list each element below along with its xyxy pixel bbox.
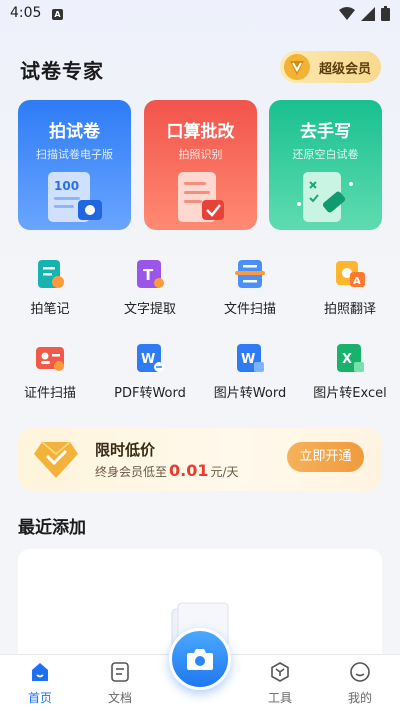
nav-documents[interactable]: 文档 xyxy=(95,661,145,706)
tool-photo-translate[interactable]: A 拍照翻译 xyxy=(300,258,400,317)
paper-score-text: 100 xyxy=(54,179,79,193)
promo-desc: 终身会员低至 0.01 元/天 xyxy=(95,461,239,480)
card-title: 口算批改 xyxy=(166,122,235,142)
tool-label: 图片转Excel xyxy=(313,386,387,401)
nav-label: 首页 xyxy=(27,691,52,705)
recent-section-title: 最近添加 xyxy=(18,518,86,538)
tool-label: PDF转Word xyxy=(114,386,186,401)
promo-price: 0.01 xyxy=(169,461,209,480)
image-to-word-icon: W xyxy=(237,344,264,372)
card-subtitle: 还原空白试卷 xyxy=(292,148,359,161)
card-subtitle: 拍照识别 xyxy=(178,148,223,161)
notification-icon: A xyxy=(52,9,63,20)
profile-icon xyxy=(350,662,370,682)
note-camera-icon xyxy=(38,260,64,288)
mental-math-card[interactable]: 口算批改 拍照识别 xyxy=(144,100,257,230)
svg-text:A: A xyxy=(353,276,361,287)
signal-icon xyxy=(361,6,375,21)
document-icon xyxy=(111,662,129,682)
scanner-icon xyxy=(235,260,265,288)
vip-promo-banner[interactable]: 限时低价 终身会员低至 0.01 元/天 立即开通 xyxy=(18,428,382,491)
math-check-icon xyxy=(178,172,224,222)
translate-icon: A xyxy=(336,261,365,287)
status-bar: 4:05 A xyxy=(0,0,400,28)
eraser-paper-icon xyxy=(297,172,353,222)
activate-now-button[interactable]: 立即开通 xyxy=(287,442,364,472)
card-subtitle: 扫描试卷电子版 xyxy=(36,148,113,161)
nav-tools[interactable]: 工具 xyxy=(255,661,305,706)
promo-desc-suffix: 元/天 xyxy=(210,465,239,479)
tool-image-to-excel[interactable]: X 图片转Excel xyxy=(300,342,400,401)
tool-label: 文件扫描 xyxy=(223,302,276,317)
nav-label: 工具 xyxy=(267,691,292,705)
text-extract-icon: T xyxy=(137,260,164,288)
camera-icon xyxy=(187,649,213,670)
svg-text:X: X xyxy=(342,352,352,367)
page-title: 试卷专家 xyxy=(20,59,104,83)
nav-label: 文档 xyxy=(107,691,132,705)
status-time: 4:05 xyxy=(10,5,42,21)
tool-label: 文字提取 xyxy=(123,302,176,317)
tool-label: 拍笔记 xyxy=(30,302,70,317)
home-icon xyxy=(32,663,48,681)
nav-profile[interactable]: 我的 xyxy=(335,661,385,706)
tool-file-scan[interactable]: 文件扫描 xyxy=(200,258,300,317)
card-title: 拍试卷 xyxy=(49,122,100,142)
remove-handwriting-card[interactable]: 去手写 还原空白试卷 xyxy=(269,100,382,230)
scan-paper-card[interactable]: 拍试卷 扫描试卷电子版 100 xyxy=(18,100,131,230)
camera-button[interactable] xyxy=(169,628,231,690)
super-vip-button[interactable]: 超级会员 xyxy=(280,51,381,83)
tool-pdf-to-word[interactable]: W PDF转Word xyxy=(100,342,200,401)
paper-camera-icon: 100 xyxy=(48,172,102,222)
promo-desc-prefix: 终身会员低至 xyxy=(95,465,168,479)
battery-icon xyxy=(381,6,390,21)
id-card-icon xyxy=(36,347,64,371)
tools-icon xyxy=(271,662,289,682)
status-icons xyxy=(339,6,390,21)
tool-label: 拍照翻译 xyxy=(323,302,376,317)
nav-label: 我的 xyxy=(347,691,372,705)
tool-id-scan[interactable]: 证件扫描 xyxy=(0,342,100,401)
promo-title: 限时低价 xyxy=(95,441,156,459)
svg-text:W: W xyxy=(141,352,155,367)
wifi-icon xyxy=(339,6,355,20)
nav-home[interactable]: 首页 xyxy=(15,661,65,706)
vip-badge-icon xyxy=(284,54,310,80)
tool-note-camera[interactable]: 拍笔记 xyxy=(0,258,100,317)
svg-text:W: W xyxy=(241,352,255,367)
tool-label: 证件扫描 xyxy=(23,386,76,401)
tool-text-extract[interactable]: T 文字提取 xyxy=(100,258,200,317)
image-to-excel-icon: X xyxy=(337,344,364,372)
svg-text:T: T xyxy=(143,266,154,284)
tool-image-to-word[interactable]: W 图片转Word xyxy=(200,342,300,401)
card-title: 去手写 xyxy=(300,122,351,142)
pdf-to-word-icon: W xyxy=(137,344,164,372)
tool-label: 图片转Word xyxy=(213,386,287,401)
vip-diamond-icon xyxy=(34,441,78,478)
vip-label: 超级会员 xyxy=(319,61,372,77)
